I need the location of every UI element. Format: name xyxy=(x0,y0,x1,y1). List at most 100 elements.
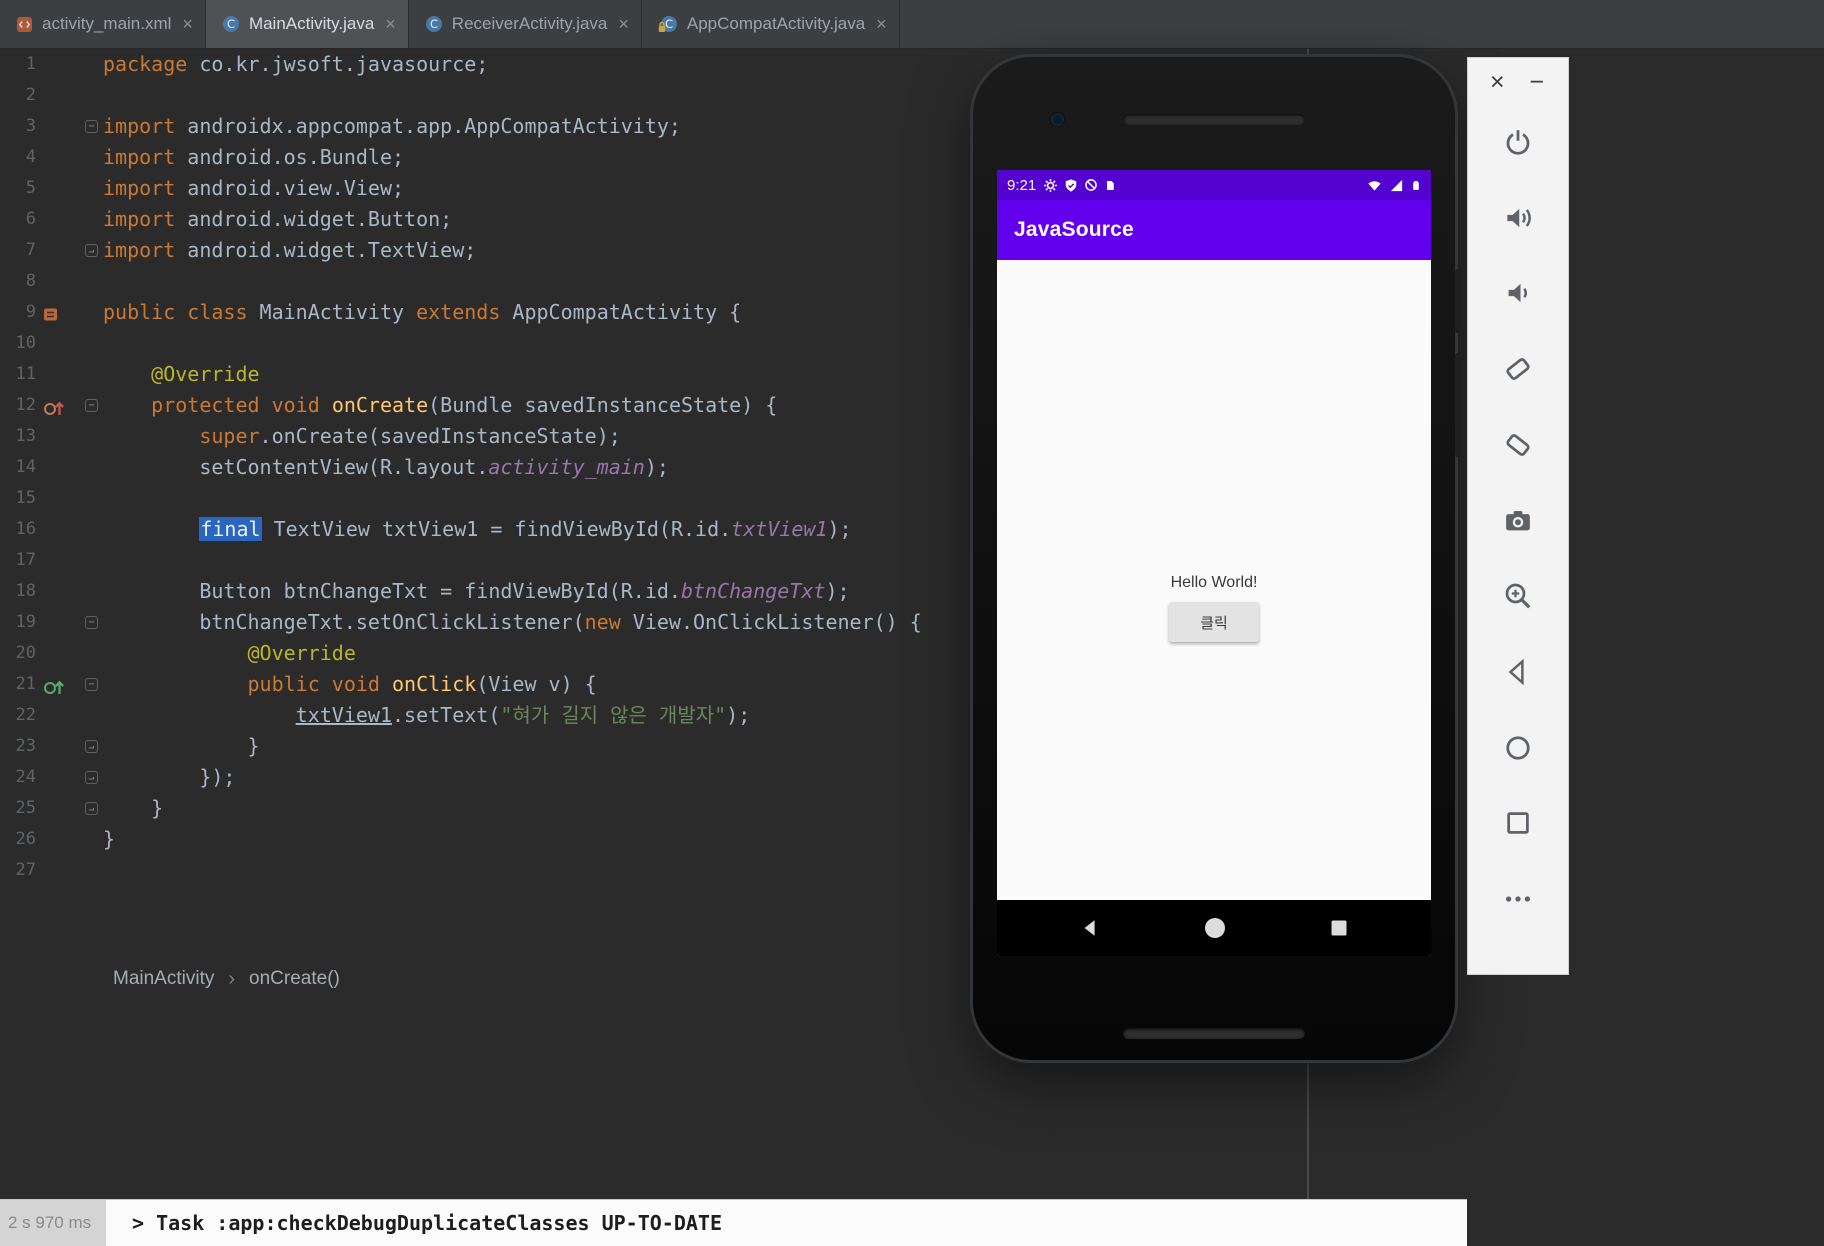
tab-mainactivity-java[interactable]: C MainActivity.java × xyxy=(205,0,409,48)
fold-marker-icon[interactable]: − xyxy=(85,678,98,691)
tab-appcompatactivity-java[interactable]: C AppCompatActivity.java × xyxy=(642,0,900,48)
fold-marker-icon[interactable]: ⌐ xyxy=(85,244,98,257)
more-button[interactable] xyxy=(1498,879,1538,919)
do-not-disturb-icon xyxy=(1084,178,1098,192)
sim-card-icon xyxy=(1104,178,1116,193)
line-number[interactable]: 4 xyxy=(0,142,36,173)
fold-marker-icon[interactable]: ⌐ xyxy=(85,802,98,815)
code-text: super.onCreate(savedInstanceState); xyxy=(199,424,621,448)
java-class-locked-icon: C xyxy=(658,15,678,33)
volume-down-button[interactable] xyxy=(1498,273,1538,313)
code-text: } xyxy=(103,796,164,820)
line-number[interactable]: 2 xyxy=(0,80,36,111)
line-number[interactable]: 20 xyxy=(0,638,36,669)
line-number[interactable]: 8 xyxy=(0,266,36,297)
line-number[interactable]: 17 xyxy=(0,545,36,576)
line-number[interactable]: 11 xyxy=(0,359,36,390)
earpiece-speaker xyxy=(1123,114,1305,125)
code-text: import android.widget.Button; xyxy=(103,207,453,231)
svg-text:C: C xyxy=(665,17,673,31)
tab-close-icon[interactable]: × xyxy=(385,15,396,33)
rotate-left-button[interactable] xyxy=(1498,349,1538,389)
home-button[interactable] xyxy=(1498,728,1538,768)
breadcrumb-item-method[interactable]: onCreate() xyxy=(249,968,340,990)
tab-close-icon[interactable]: × xyxy=(876,15,887,33)
line-number[interactable]: 1 xyxy=(0,49,36,80)
line-number[interactable]: 24 xyxy=(0,762,36,793)
line-number[interactable]: 13 xyxy=(0,421,36,452)
breadcrumb-separator-icon: › xyxy=(228,967,236,990)
zoom-button[interactable] xyxy=(1498,576,1538,616)
hello-text: Hello World! xyxy=(1170,574,1258,591)
java-class-icon: C xyxy=(222,15,240,33)
overview-button[interactable] xyxy=(1498,803,1538,843)
fold-marker-icon[interactable]: ⌐ xyxy=(85,740,98,753)
tab-activity-main-xml[interactable]: activity_main.xml × xyxy=(0,0,206,48)
fold-marker-icon[interactable]: − xyxy=(85,616,98,629)
line-number[interactable]: 3 xyxy=(0,111,36,142)
line-number[interactable]: 22 xyxy=(0,700,36,731)
screenshot-button[interactable] xyxy=(1498,501,1538,541)
code-text: } xyxy=(103,827,116,851)
fold-marker-icon[interactable]: ⌐ xyxy=(85,771,98,784)
code-text: package co.kr.jwsoft.javasource; xyxy=(103,52,489,76)
click-button[interactable]: 클릭 xyxy=(1169,602,1259,642)
back-button[interactable] xyxy=(1498,652,1538,692)
code-text: btnChangeTxt.setOnClickListener(new View… xyxy=(103,610,922,634)
emulator-phone-frame: 9:21 JavaSource Hello World! 클릭 xyxy=(973,57,1461,1060)
rotate-right-button[interactable] xyxy=(1498,425,1538,465)
line-number[interactable]: 19 xyxy=(0,607,36,638)
svg-text:C: C xyxy=(430,17,438,31)
tab-label: activity_main.xml xyxy=(42,14,172,33)
line-number[interactable]: 27 xyxy=(0,855,36,886)
code-text: import android.view.View; xyxy=(103,176,405,200)
fold-marker-icon[interactable]: − xyxy=(85,399,98,412)
app-content: Hello World! 클릭 xyxy=(997,260,1431,900)
line-number[interactable]: 15 xyxy=(0,483,36,514)
breadcrumb: MainActivity › onCreate() xyxy=(0,958,980,1000)
line-number[interactable]: 23 xyxy=(0,731,36,762)
side-volume-button xyxy=(1455,353,1461,457)
phone-nav-bar xyxy=(997,900,1431,956)
line-number[interactable]: 18 xyxy=(0,576,36,607)
nav-overview-button[interactable] xyxy=(1329,916,1349,940)
tab-close-icon[interactable]: × xyxy=(182,15,193,33)
breadcrumb-item-class[interactable]: MainActivity xyxy=(113,968,214,990)
app-bar: JavaSource xyxy=(997,200,1431,260)
bottom-speaker xyxy=(1123,1028,1305,1039)
line-number[interactable]: 14 xyxy=(0,452,36,483)
tab-close-icon[interactable]: × xyxy=(618,15,629,33)
line-number[interactable]: 5 xyxy=(0,173,36,204)
tab-label: AppCompatActivity.java xyxy=(686,14,866,33)
fold-marker-icon[interactable]: − xyxy=(85,120,98,133)
build-task-text: > Task :app:checkDebugDuplicateClasses U… xyxy=(132,1211,723,1235)
tab-label: MainActivity.java xyxy=(248,14,375,33)
line-number[interactable]: 10 xyxy=(0,328,36,359)
line-number[interactable]: 26 xyxy=(0,824,36,855)
phone-screen[interactable]: 9:21 JavaSource Hello World! 클릭 xyxy=(997,170,1431,956)
nav-home-button[interactable] xyxy=(1203,916,1227,940)
line-number[interactable]: 16 xyxy=(0,514,36,545)
line-number[interactable]: 21 xyxy=(0,669,36,700)
power-button[interactable] xyxy=(1498,122,1538,162)
tab-receiveractivity-java[interactable]: C ReceiverActivity.java × xyxy=(409,0,642,48)
line-number[interactable]: 12 xyxy=(0,390,36,421)
line-number[interactable]: 6 xyxy=(0,204,36,235)
line-number[interactable]: 7 xyxy=(0,235,36,266)
code-text: setContentView(R.layout.activity_main); xyxy=(103,455,669,479)
front-camera xyxy=(1051,113,1064,126)
code-text: import android.os.Bundle; xyxy=(103,145,405,169)
emulator-close-button[interactable]: × xyxy=(1490,70,1505,95)
code-text: protected void onCreate(Bundle savedInst… xyxy=(151,393,778,417)
volume-up-button[interactable] xyxy=(1498,198,1538,238)
line-number[interactable]: 25 xyxy=(0,793,36,824)
nav-back-button[interactable] xyxy=(1079,916,1101,940)
gear-icon xyxy=(1043,178,1058,193)
tab-bar: activity_main.xml × C MainActivity.java × C Re… xyxy=(0,0,1824,49)
code-text: public class MainActivity extends AppCom… xyxy=(103,300,742,324)
shield-icon xyxy=(1064,178,1078,193)
emulator-minimize-button[interactable]: − xyxy=(1529,70,1544,95)
line-number[interactable]: 9 xyxy=(0,297,36,328)
side-power-button xyxy=(1455,269,1461,333)
wifi-icon xyxy=(1367,178,1382,193)
